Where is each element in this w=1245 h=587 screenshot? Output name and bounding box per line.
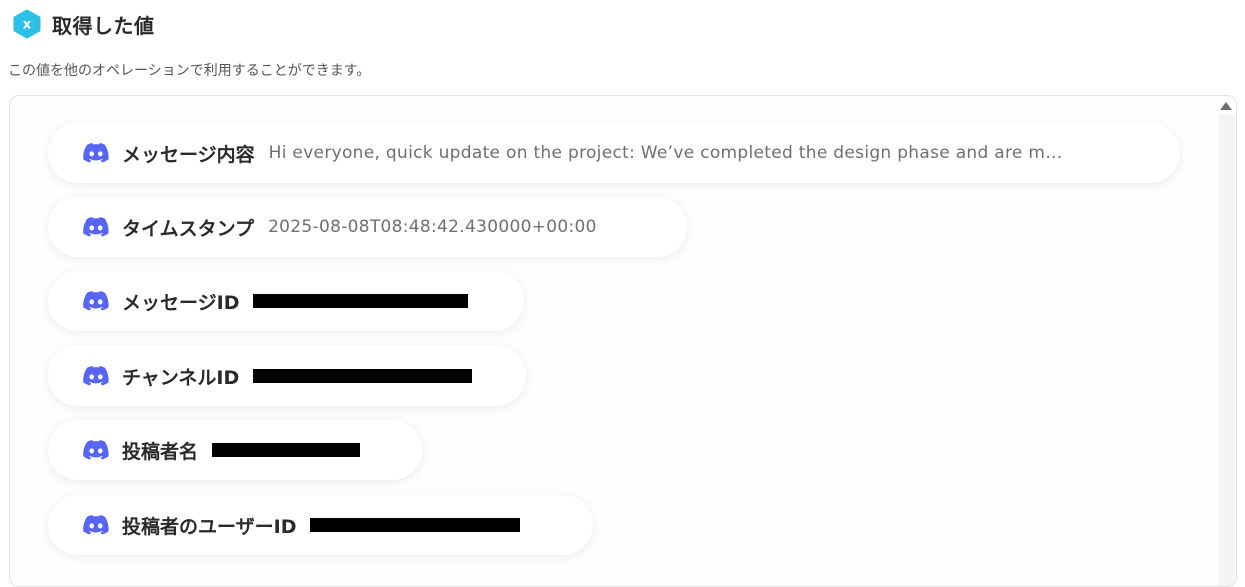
item-label: メッセージ内容: [122, 143, 255, 166]
redacted-value: [212, 443, 361, 457]
svg-text:x: x: [23, 18, 32, 33]
value-item-channel-id[interactable]: チャンネルID: [48, 346, 526, 406]
item-value: 2025-08-08T08:48:42.430000+00:00: [268, 217, 597, 237]
value-item-timestamp[interactable]: タイムスタンプ 2025-08-08T08:48:42.430000+00:00: [48, 197, 687, 257]
page-subtitle: この値を他のオペレーションで利用することができます。: [8, 63, 371, 79]
value-item-message-content[interactable]: メッセージ内容 Hi everyone, quick update on the…: [48, 123, 1180, 183]
value-item-author-name[interactable]: 投稿者名: [48, 420, 422, 480]
discord-icon: [82, 142, 109, 164]
discord-icon: [82, 216, 109, 238]
header: x 取得した値: [12, 9, 155, 39]
redacted-value: [253, 369, 473, 383]
item-label: メッセージID: [122, 291, 240, 314]
item-label: 投稿者のユーザーID: [122, 515, 297, 538]
redacted-value: [310, 518, 521, 532]
scroll-up-arrow-icon[interactable]: [1220, 102, 1232, 110]
discord-icon: [82, 439, 109, 461]
item-value: Hi everyone, quick update on the project…: [268, 143, 1063, 163]
value-item-message-id[interactable]: メッセージID: [48, 271, 524, 331]
value-item-author-user-id[interactable]: 投稿者のユーザーID: [48, 495, 593, 555]
discord-icon: [82, 365, 109, 387]
item-label: タイムスタンプ: [122, 217, 255, 240]
values-panel[interactable]: メッセージ内容 Hi everyone, quick update on the…: [9, 95, 1237, 587]
discord-icon: [82, 514, 109, 536]
item-label: 投稿者名: [122, 440, 199, 463]
x-variable-icon: x: [12, 9, 42, 39]
redacted-value: [253, 294, 469, 308]
scrollbar-track[interactable]: [1219, 114, 1235, 586]
discord-icon: [82, 290, 109, 312]
item-label: チャンネルID: [122, 366, 240, 389]
page-title: 取得した値: [52, 13, 155, 38]
